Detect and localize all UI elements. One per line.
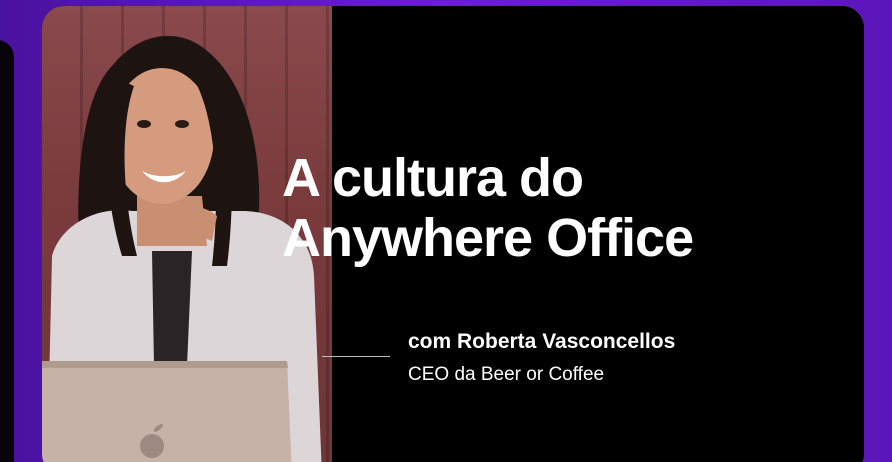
video-title: A cultura do Anywhere Office [282, 148, 694, 268]
guest-role: CEO da Beer or Coffee [408, 364, 605, 385]
video-card[interactable]: A cultura do Anywhere Office com Roberta… [42, 6, 864, 462]
page-background: A cultura do Anywhere Office com Roberta… [0, 0, 892, 462]
previous-card-edge[interactable] [0, 40, 14, 462]
divider-line [322, 356, 390, 357]
title-line-2: Anywhere Office [282, 208, 694, 268]
guest-name: com Roberta Vasconcellos [408, 330, 676, 353]
title-line-1: A cultura do [282, 148, 584, 208]
